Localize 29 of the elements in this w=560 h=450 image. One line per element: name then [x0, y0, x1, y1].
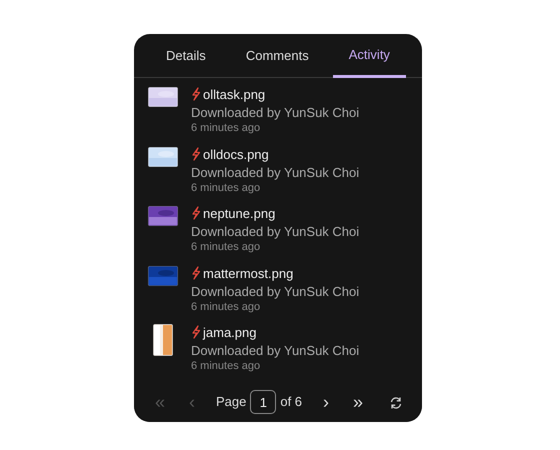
page-number-field[interactable]: 1	[250, 390, 276, 414]
timestamp: 6 minutes ago	[191, 182, 262, 194]
lightning-icon	[191, 146, 201, 160]
activity-description: Downloaded by YunSuk Choi	[191, 282, 360, 300]
lightning-icon	[191, 325, 201, 339]
tab[interactable]: Details	[150, 34, 222, 78]
file-name[interactable]: neptune.png	[203, 206, 276, 221]
lightning-icon	[191, 206, 201, 220]
tab[interactable]: Activity	[332, 34, 406, 78]
file-name[interactable]: olldocs.png	[203, 146, 269, 162]
timestamp: 6 minutes ago	[191, 360, 262, 373]
file-name[interactable]: jama.png	[203, 325, 256, 340]
last-page-button[interactable]: »	[344, 391, 372, 413]
activity-description: Downloaded by YunSuk Choi	[191, 342, 360, 360]
file-name[interactable]: mattermost.png	[203, 266, 294, 280]
lightning-icon	[191, 87, 201, 101]
tab[interactable]: Comments	[230, 34, 325, 78]
activity-description: Downloaded by YunSuk Choi	[191, 104, 360, 122]
timestamp: 6 minutes ago	[191, 122, 262, 135]
activity-description: Downloaded by YunSuk Choi	[191, 164, 360, 182]
lightning-icon	[191, 266, 201, 280]
refresh-icon	[389, 396, 404, 410]
page-count: of 6	[280, 393, 302, 412]
file-name[interactable]: olltask.png	[203, 87, 266, 102]
activity-description: Downloaded by YunSuk Choi	[191, 223, 360, 241]
timestamp: 6 minutes ago	[191, 300, 262, 314]
next-page-button[interactable]: ›	[312, 391, 340, 413]
page-label: Page	[216, 393, 246, 412]
timestamp: 6 minutes ago	[191, 241, 262, 254]
